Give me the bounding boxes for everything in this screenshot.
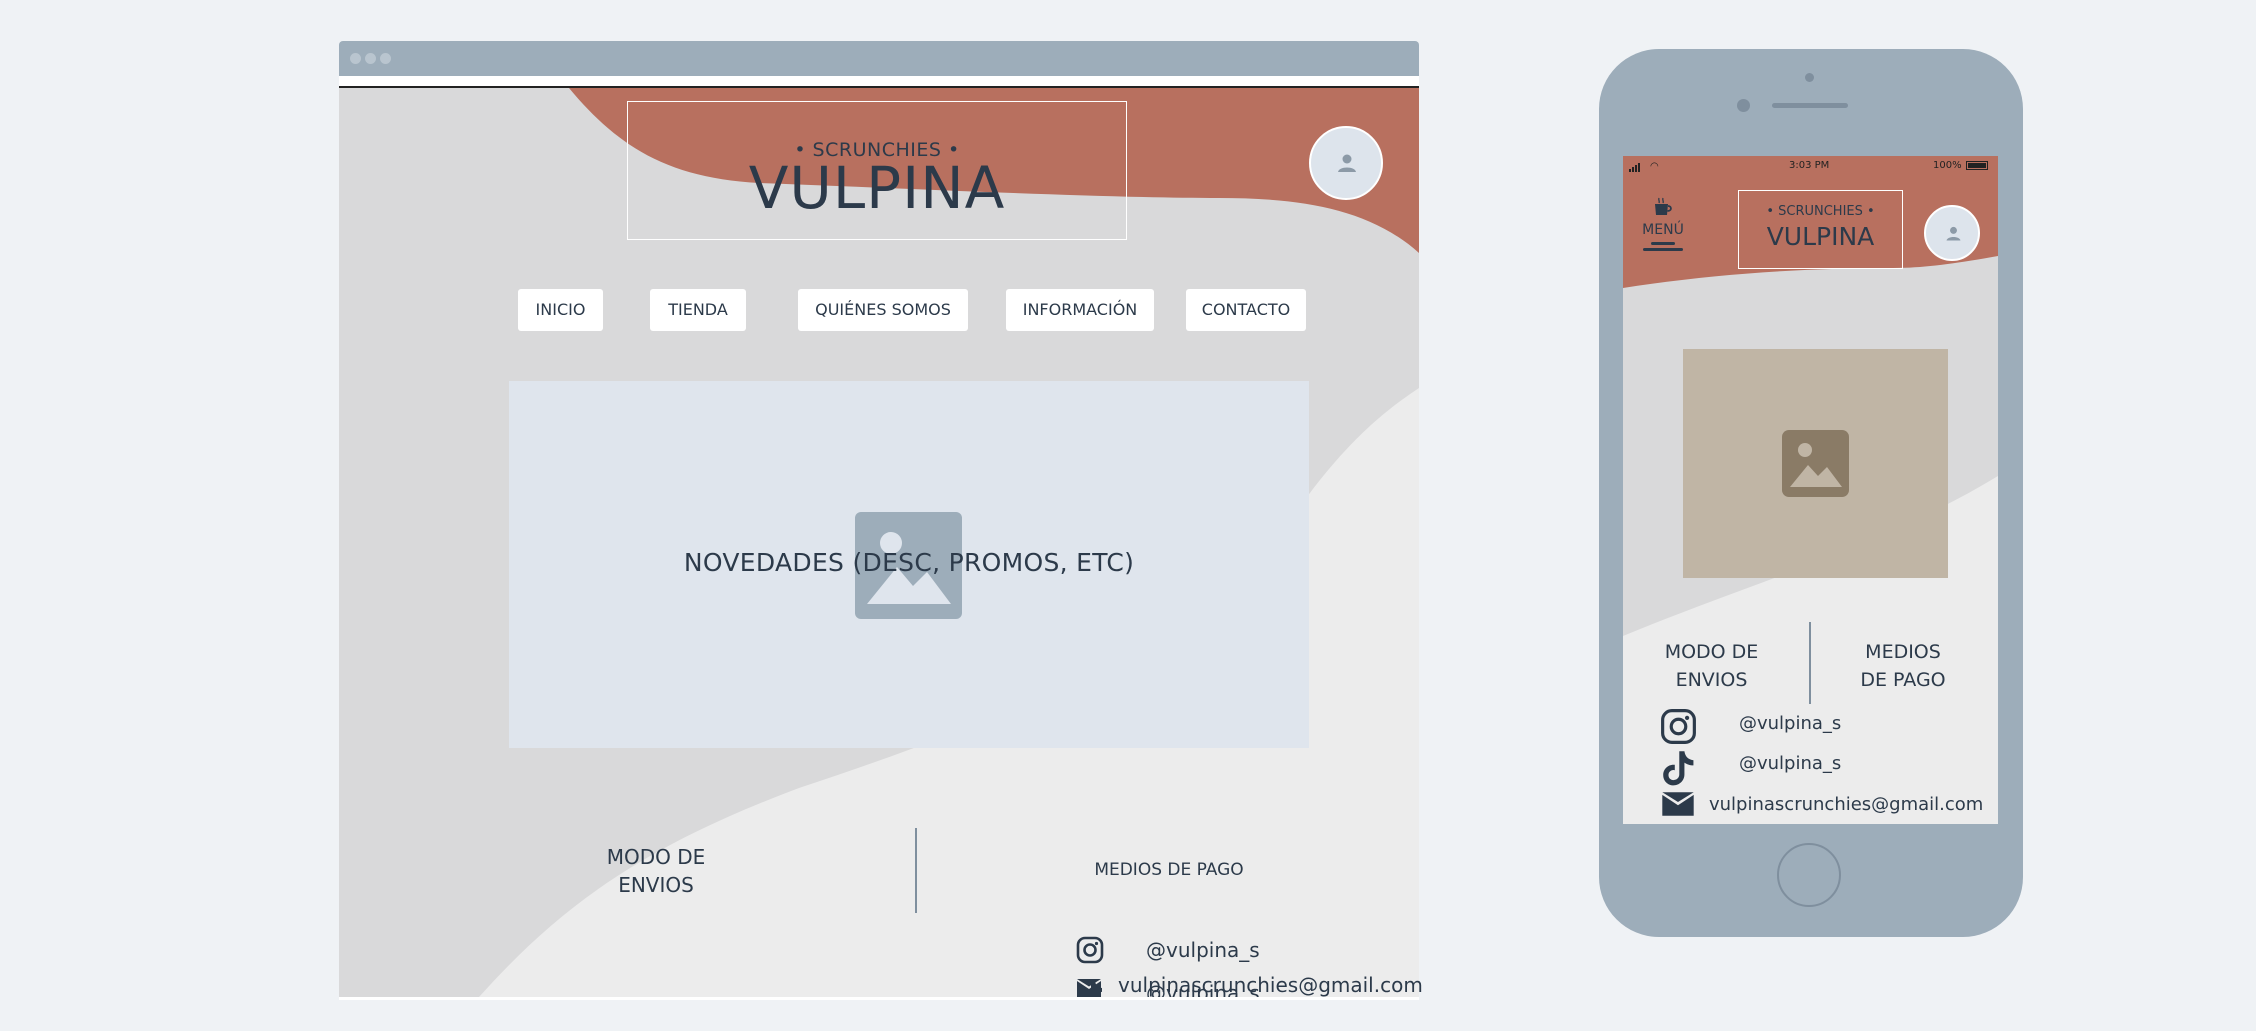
phone-sensor [1805, 73, 1814, 82]
menu-button[interactable]: MENÚ [1639, 196, 1687, 260]
footer-divider [915, 828, 917, 913]
status-time: 3:03 PM [1789, 160, 1830, 171]
signal-icon [1629, 163, 1643, 172]
email-address[interactable]: vulpinascrunchies@gmail.com [1118, 973, 1423, 997]
website-viewport: • SCRUNCHIES • VULPINA INICIO TIENDA QUI… [339, 88, 1419, 997]
user-icon [1338, 154, 1356, 172]
phone-payment-line1: MEDIOS [1865, 641, 1941, 663]
phone-shipping-line1: MODO DE [1664, 641, 1759, 663]
phone-payment-line2: DE PAGO [1860, 669, 1946, 691]
account-button[interactable] [1309, 126, 1383, 200]
phone-tiktok-handle[interactable]: @vulpina_s [1739, 753, 1841, 774]
instagram-handle[interactable]: @vulpina_s [1146, 938, 1260, 962]
phone-instagram-handle[interactable]: @vulpina_s [1739, 713, 1841, 734]
news-banner-title: NOVEDADES (DESC, PROMOS, ETC) [683, 548, 1135, 577]
phone-brand-logo-box[interactable]: • SCRUNCHIES • VULPINA [1738, 190, 1903, 269]
phone-brand-tagline: • SCRUNCHIES • [1766, 204, 1875, 219]
phone-shipping-line2: ENVIOS [1675, 669, 1748, 691]
nav-inicio[interactable]: INICIO [518, 289, 603, 331]
nav-informacion[interactable]: INFORMACIÓN [1006, 289, 1154, 331]
browser-dot-close[interactable] [350, 53, 361, 64]
email-icon[interactable] [1661, 790, 1695, 818]
brand-logo-box[interactable]: • SCRUNCHIES • VULPINA [627, 101, 1127, 240]
brand-name: VULPINA [748, 154, 1006, 222]
browser-toolbar [339, 76, 1419, 86]
browser-title-bar [339, 41, 1419, 76]
phone-speaker [1772, 103, 1848, 108]
battery-icon [1966, 161, 1988, 170]
phone-screen: ◠ 3:03 PM 100% MENÚ • SCRUNCHIES • VULPI… [1623, 156, 1998, 824]
menu-label: MENÚ [1642, 222, 1684, 238]
nav-tienda[interactable]: TIENDA [650, 289, 746, 331]
desktop-browser-mockup: • SCRUNCHIES • VULPINA INICIO TIENDA QUI… [339, 41, 1423, 1000]
phone-shipping-link[interactable]: MODO DE ENVIOS [1643, 638, 1780, 694]
news-banner[interactable]: NOVEDADES (DESC, PROMOS, ETC) [509, 381, 1309, 748]
shipping-label-line2: ENVIOS [618, 873, 694, 897]
instagram-icon[interactable] [1076, 936, 1104, 964]
shipping-label-line1: MODO DE [606, 845, 706, 869]
email-icon[interactable] [1076, 978, 1102, 998]
wifi-icon: ◠ [1650, 161, 1659, 172]
shipping-link[interactable]: MODO DE ENVIOS [571, 843, 741, 899]
payment-methods-link[interactable]: MEDIOS DE PAGO [1069, 860, 1269, 880]
browser-dot-maximize[interactable] [380, 53, 391, 64]
menu-underline-2 [1643, 248, 1683, 251]
phone-payment-link[interactable]: MEDIOS DE PAGO [1828, 638, 1978, 694]
phone-brand-name: VULPINA [1766, 222, 1875, 251]
phone-camera [1737, 99, 1750, 112]
nav-quienes-somos[interactable]: QUIÉNES SOMOS [798, 289, 968, 331]
nav-contacto[interactable]: CONTACTO [1186, 289, 1306, 331]
phone-mockup: ◠ 3:03 PM 100% MENÚ • SCRUNCHIES • VULPI… [1599, 49, 2023, 937]
phone-account-button[interactable] [1924, 205, 1980, 261]
status-battery-text: 100% [1933, 160, 1962, 171]
user-icon [1946, 226, 1961, 241]
phone-image-placeholder[interactable] [1683, 349, 1948, 578]
browser-dot-minimize[interactable] [365, 53, 376, 64]
instagram-icon[interactable] [1660, 708, 1697, 745]
coffee-cup-icon [1655, 197, 1672, 215]
menu-underline [1651, 242, 1675, 245]
phone-footer-divider [1809, 622, 1811, 704]
browser-bottom-edge [339, 997, 1419, 1000]
tiktok-icon[interactable] [1660, 748, 1696, 788]
phone-email-address[interactable]: vulpinascrunchies@gmail.com [1709, 794, 1983, 815]
image-icon [1782, 430, 1849, 497]
phone-home-button[interactable] [1777, 843, 1841, 907]
